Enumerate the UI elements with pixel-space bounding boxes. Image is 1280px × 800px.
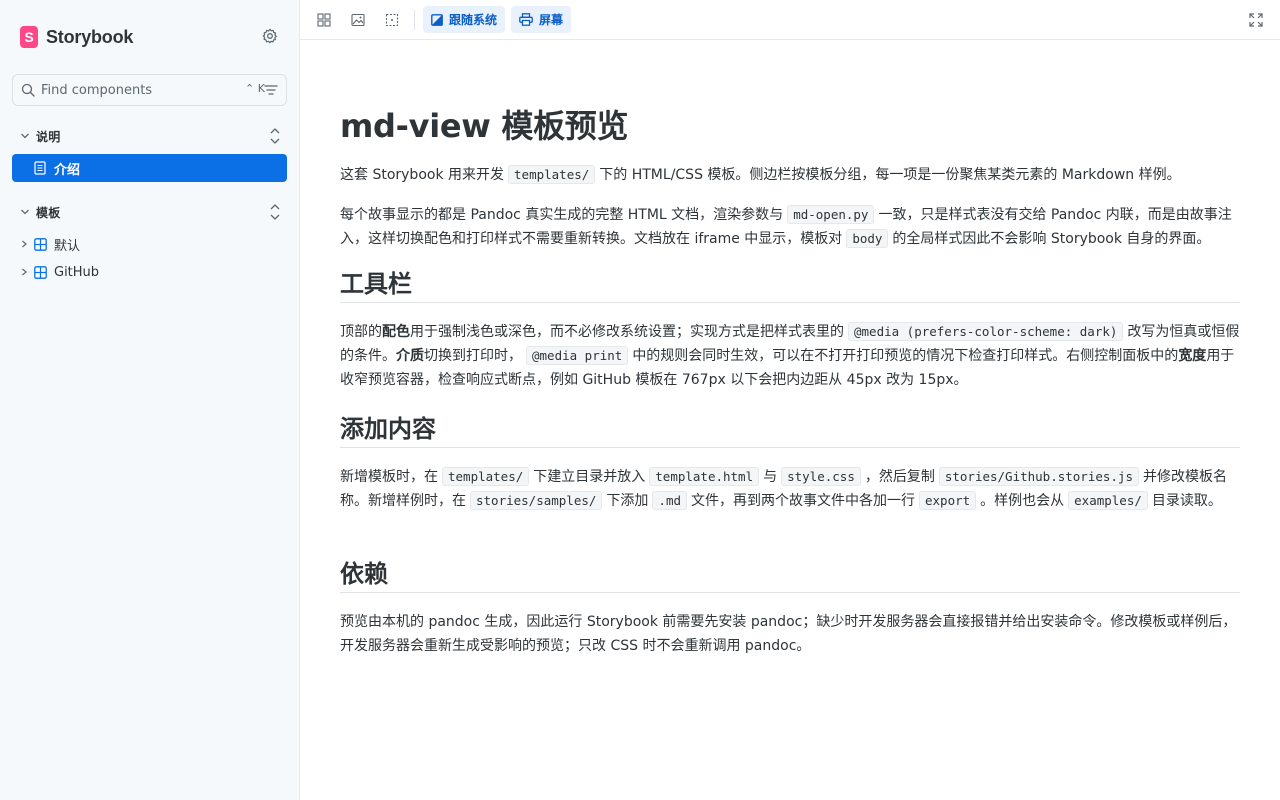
- heading-dependencies: 依赖: [340, 558, 1240, 593]
- inline-code: templates/: [442, 467, 530, 486]
- inline-code: template.html: [649, 467, 760, 486]
- inline-code: body: [846, 229, 889, 248]
- image-icon: [351, 13, 365, 27]
- intro-paragraph-1: 这套 Storybook 用来开发 templates/下的 HTML/CSS 模…: [340, 165, 1181, 184]
- group-label: 模板: [36, 205, 61, 220]
- inline-code: style.css: [781, 467, 861, 486]
- heading-toolbar: 工具栏: [340, 268, 1240, 303]
- dependencies-paragraph: 预览由本机的 pandoc 生成，因此运行 Storybook 前需要先安装 p…: [340, 614, 1237, 654]
- color-scheme-toggle[interactable]: 跟随系统: [423, 6, 506, 33]
- color-scheme-label: 跟随系统: [449, 13, 498, 27]
- filter-icon[interactable]: [264, 83, 278, 97]
- outline-button[interactable]: [382, 10, 402, 30]
- toolbar-divider: [414, 10, 415, 30]
- grid-icon: [317, 13, 331, 27]
- outline-icon: [385, 13, 399, 27]
- inline-code: export: [919, 491, 977, 510]
- printer-icon: [519, 13, 533, 26]
- sidebar-item-default[interactable]: 默认: [12, 230, 287, 258]
- sidebar: S Storybook ⌃ K 说明: [0, 0, 300, 800]
- sidebar-item-label: GitHub: [54, 264, 100, 280]
- grid-button[interactable]: [314, 10, 334, 30]
- chevron-down-icon: [21, 209, 29, 215]
- heading-add-content: 添加内容: [340, 413, 1240, 448]
- intro-paragraph-2: 每个故事显示的都是 Pandoc 真实生成的完整 HTML 文档，渲染参数与 md…: [340, 205, 1232, 248]
- sidebar-item-github[interactable]: GitHub: [12, 258, 287, 286]
- toolbar-paragraph: 顶部的配色用于强制浅色或深色，而不必修改系统设置；实现方式是把样式表里的 @med…: [340, 322, 1240, 388]
- component-icon: [34, 237, 47, 251]
- component-icon: [34, 265, 47, 279]
- expand-collapse-icon[interactable]: [268, 126, 282, 146]
- media-toggle[interactable]: 屏幕: [511, 6, 572, 33]
- sidebar-item-intro[interactable]: 介绍: [12, 154, 287, 182]
- inline-code: .md: [652, 491, 687, 510]
- storybook-logo-icon: S: [20, 26, 38, 48]
- inline-code: templates/: [508, 165, 596, 184]
- group-header-templates[interactable]: 模板: [20, 202, 282, 222]
- chevron-right-icon: [22, 268, 27, 276]
- fullscreen-icon: [1249, 13, 1263, 27]
- search-box[interactable]: ⌃ K: [12, 74, 287, 106]
- group-label: 说明: [36, 129, 61, 144]
- background-button[interactable]: [348, 10, 368, 30]
- inline-code: examples/: [1068, 491, 1148, 510]
- add-content-paragraph: 新增模板时，在 templates/下建立目录并放入 template.html 与 s…: [340, 467, 1227, 510]
- group-header-docs[interactable]: 说明: [20, 126, 282, 146]
- chevron-down-icon: [21, 133, 29, 139]
- inline-code: @media (prefers-color-scheme: dark): [848, 322, 1124, 341]
- inline-code: stories/samples/: [470, 491, 603, 510]
- sidebar-item-label: 介绍: [54, 162, 81, 178]
- media-label: 屏幕: [539, 13, 564, 27]
- inline-code: stories/Github.stories.js: [938, 467, 1139, 486]
- gear-icon: [262, 28, 277, 44]
- contrast-icon: [431, 13, 443, 26]
- fullscreen-button[interactable]: [1246, 10, 1266, 30]
- sidebar-item-label: 默认: [54, 238, 81, 254]
- inline-code: md-open.py: [787, 205, 875, 224]
- search-icon: [21, 83, 35, 97]
- toolbar: 跟随系统 屏幕: [300, 0, 1280, 40]
- brand[interactable]: S Storybook: [20, 25, 133, 49]
- document-icon: [34, 161, 46, 175]
- chevron-right-icon: [22, 240, 27, 248]
- inline-code: @media print: [526, 346, 629, 365]
- page-title: md-view 模板预览: [340, 107, 629, 145]
- search-shortcut: ⌃ K: [245, 82, 265, 95]
- search-input[interactable]: [41, 79, 231, 101]
- settings-button[interactable]: [260, 26, 280, 46]
- brand-name: Storybook: [46, 26, 134, 47]
- expand-collapse-icon[interactable]: [268, 202, 282, 222]
